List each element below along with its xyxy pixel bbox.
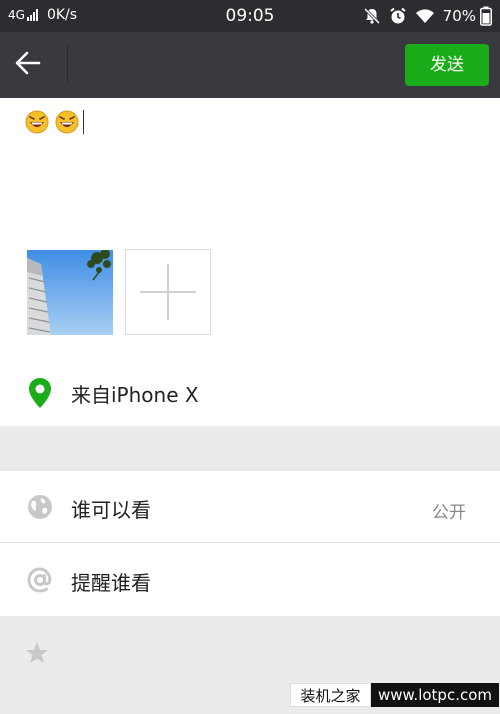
globe-icon — [28, 495, 52, 519]
mute-bell-icon — [363, 7, 380, 25]
add-photo-button[interactable] — [125, 249, 211, 335]
watermark-brand: 装机之家 — [290, 683, 371, 707]
visibility-value: 公开 — [432, 503, 466, 523]
status-bar: 4G 0K/s 09:05 70% — [0, 0, 500, 32]
location-row[interactable]: 来自iPhone X — [0, 362, 500, 424]
status-right: 70% — [363, 6, 492, 26]
back-button[interactable] — [14, 49, 54, 81]
visibility-row[interactable]: 谁可以看 公开 — [0, 471, 500, 543]
alarm-icon — [390, 7, 406, 24]
text-cursor — [83, 110, 84, 134]
remind-row[interactable]: 提醒谁看 — [0, 544, 500, 616]
at-icon — [27, 567, 52, 593]
send-button[interactable]: 发送 — [405, 44, 489, 86]
nav-divider — [67, 46, 68, 84]
star-icon[interactable] — [24, 640, 50, 666]
compose-moment-screen: 4G 0K/s 09:05 70% 发送 来自iPhone X 谁可以看 公开 … — [0, 0, 500, 714]
back-arrow-icon — [15, 51, 41, 75]
remind-label: 提醒谁看 — [71, 571, 151, 595]
nav-bar: 发送 — [0, 32, 500, 98]
photo-thumbnail[interactable] — [27, 250, 113, 335]
location-text: 来自iPhone X — [71, 383, 199, 407]
location-pin-icon — [29, 378, 51, 408]
watermark: 装机之家 www.lotpc.com — [290, 683, 499, 707]
battery-icon — [480, 6, 492, 26]
visibility-label: 谁可以看 — [71, 498, 151, 522]
sky-building-photo — [27, 250, 113, 335]
wifi-icon — [415, 9, 434, 23]
battery-percent: 70% — [442, 7, 476, 25]
plus-icon — [140, 264, 196, 320]
watermark-url: www.lotpc.com — [371, 683, 499, 707]
grinning-emoji-icon — [55, 110, 79, 134]
post-text-input[interactable] — [25, 110, 84, 134]
section-divider — [0, 426, 500, 471]
grinning-emoji-icon — [25, 110, 49, 134]
